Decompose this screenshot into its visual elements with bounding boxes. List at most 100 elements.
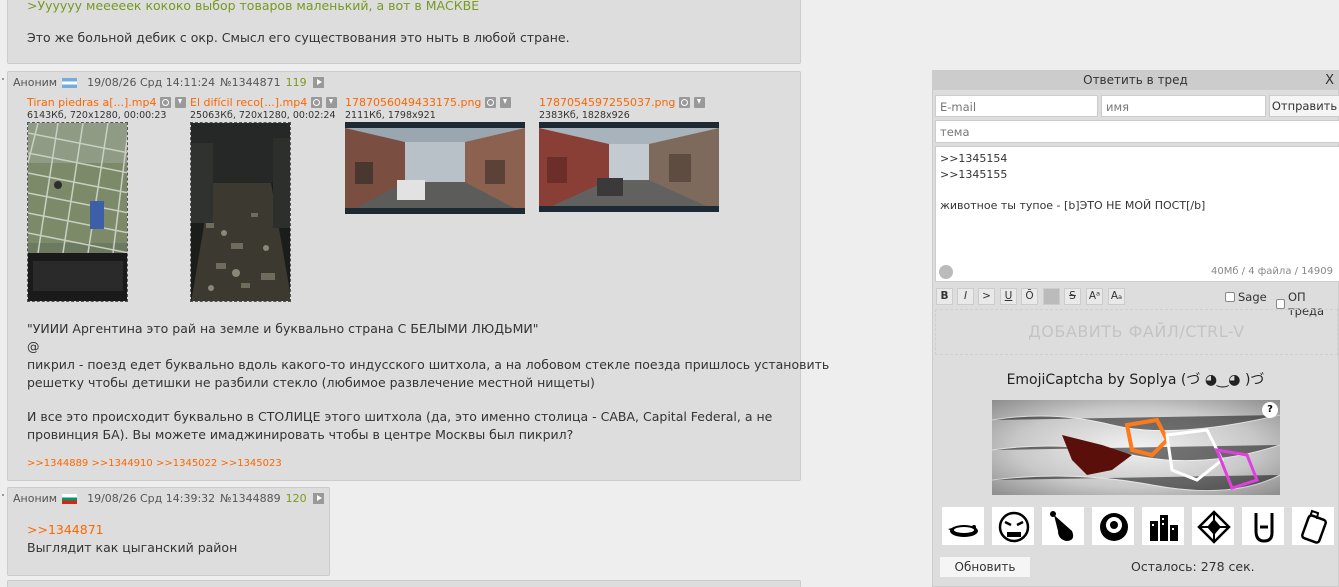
- bulgaria-flag-icon: [62, 493, 78, 504]
- download-icon[interactable]: [326, 97, 338, 108]
- greentext-quote: >Уууууу мееееек кококо выбор товаров мал…: [27, 0, 480, 13]
- file-name-link[interactable]: Tiran piedras a[...].mp4: [27, 96, 156, 109]
- quote-button[interactable]: >: [978, 288, 995, 305]
- expand-post-icon[interactable]: [312, 77, 324, 88]
- bold-button[interactable]: B: [936, 288, 953, 305]
- message-textarea[interactable]: >>1345154 >>1345155 животное ты тупое - …: [935, 146, 1339, 282]
- strike-button[interactable]: S: [1064, 288, 1081, 305]
- overline-button[interactable]: Ō: [1021, 288, 1038, 305]
- post-number[interactable]: №1344871: [220, 76, 280, 89]
- checkbox-box[interactable]: [1276, 299, 1285, 309]
- post-meta: Аноним 19/08/26 Срд 14:11:24 №1344871 11…: [13, 76, 324, 89]
- night-street-image: [191, 123, 290, 301]
- captcha-title: EmojiCaptcha by Soplya (づ ◕‿◕ )づ: [1006, 372, 1265, 388]
- train-window-image: [28, 123, 127, 301]
- post-marker: [2, 78, 4, 80]
- sage-checkbox[interactable]: Sage: [1225, 290, 1267, 304]
- reply-form-title: Ответить в тред: [1083, 73, 1188, 87]
- post-index: 119: [285, 76, 307, 89]
- reply-link[interactable]: >>1344910: [91, 458, 152, 469]
- file-attachment-3: 1787056049433175.png 2111Кб, 1798x921: [345, 96, 512, 121]
- message-line: >>1345154: [940, 152, 1008, 165]
- superscript-button[interactable]: Aᵃ: [1086, 288, 1103, 305]
- luggage-icon[interactable]: [1291, 506, 1335, 546]
- search-image-icon[interactable]: [679, 97, 691, 108]
- post-index: 120: [285, 492, 307, 505]
- download-icon[interactable]: [694, 97, 706, 108]
- post-previous: >Уууууу мееееек кококо выбор товаров мал…: [7, 0, 801, 64]
- post-text: Выглядит как цыганский район: [27, 540, 238, 555]
- captcha-noise-image: [992, 400, 1280, 495]
- post-1344889: Аноним 19/08/26 Срд 14:39:32 №1344889 12…: [7, 487, 330, 576]
- file-name-link[interactable]: El difícil reco[...].mp4: [190, 96, 307, 109]
- name-field[interactable]: имя: [1101, 95, 1266, 117]
- image-thumbnail-4[interactable]: [539, 122, 719, 212]
- upload-limits: 40Мб / 4 файла / 14909: [1210, 265, 1333, 277]
- reply-link[interactable]: >>1344889: [27, 458, 88, 469]
- message-line: провинция БА). Вы можете имаджинировать …: [27, 427, 574, 442]
- captcha-refresh-button[interactable]: Обновить: [939, 556, 1031, 578]
- poster-name: Аноним: [13, 492, 58, 505]
- message-line: "УИИИ Аргентина это рай на земле и буква…: [27, 321, 539, 336]
- file-name-link[interactable]: 1787056049433175.png: [345, 96, 481, 109]
- message-line: животное ты тупое - [b]ЭТО НЕ МОЙ ПОСТ[/…: [940, 198, 1206, 212]
- message-line: [940, 182, 1335, 198]
- rock-hand-icon[interactable]: [1241, 506, 1285, 546]
- city-icon[interactable]: [1141, 506, 1185, 546]
- video-thumbnail-2[interactable]: [190, 122, 291, 302]
- search-image-icon[interactable]: [485, 97, 497, 108]
- diamond-cross-icon[interactable]: [1191, 506, 1235, 546]
- reply-form-header[interactable]: Ответить в тред X: [933, 71, 1338, 90]
- post-message: "УИИИ Аргентина это рай на земле и буква…: [27, 320, 830, 444]
- post-replies: >>1344889 >>1344910 >>1345022 >>1345023: [27, 458, 282, 469]
- file-dropzone[interactable]: ДОБАВИТЬ ФАЙЛ/CTRL-V: [935, 309, 1338, 355]
- email-field[interactable]: E-mail: [935, 95, 1098, 117]
- reply-link[interactable]: >>1345022: [156, 458, 217, 469]
- sage-label: Sage: [1238, 290, 1267, 304]
- street-view-image: [345, 122, 525, 214]
- post-number[interactable]: №1344889: [220, 492, 280, 505]
- poster-name: Аноним: [13, 76, 58, 89]
- argentina-flag-icon: [62, 77, 78, 88]
- street-view-image: [539, 122, 719, 212]
- search-image-icon[interactable]: [160, 97, 172, 108]
- platypus-icon[interactable]: [941, 506, 985, 546]
- subscript-button[interactable]: Aₐ: [1108, 288, 1125, 305]
- subject-field[interactable]: тема: [935, 120, 1339, 143]
- post-text: Это же больной дебик с окр. Смысл его су…: [27, 30, 570, 45]
- message-line: >>1345155: [940, 167, 1008, 181]
- captcha-image: ?: [992, 400, 1280, 495]
- message-line: пикрил - поезд едет буквально вдоль како…: [27, 357, 830, 372]
- post-1344871: Аноним 19/08/26 Срд 14:11:24 №1344871 11…: [7, 71, 830, 481]
- checkbox-box[interactable]: [1225, 292, 1235, 302]
- underline-button[interactable]: U: [1000, 288, 1017, 305]
- message-line: решетку чтобы детишки не разбили стекло …: [27, 375, 595, 390]
- file-attachment-4: 1787054597255037.png 2383Кб, 1828x926: [539, 96, 706, 121]
- video-thumbnail-1[interactable]: [27, 122, 128, 302]
- download-icon[interactable]: [175, 97, 187, 108]
- italic-button[interactable]: I: [957, 288, 974, 305]
- captcha-help-icon[interactable]: ?: [1262, 402, 1278, 418]
- submit-button[interactable]: Отправить: [1269, 95, 1339, 117]
- search-image-icon[interactable]: [311, 97, 323, 108]
- close-icon[interactable]: X: [1325, 71, 1334, 90]
- bowl-icon[interactable]: [1091, 506, 1135, 546]
- file-info: 2111Кб, 1798x921: [345, 110, 436, 121]
- captcha-timer: Осталось: 278 сек.: [1131, 559, 1255, 574]
- drumstick-icon[interactable]: [1041, 506, 1085, 546]
- post-datetime: 19/08/26 Срд 14:11:24: [87, 76, 216, 89]
- message-line: @: [27, 339, 40, 354]
- reply-link[interactable]: >>1345023: [220, 458, 281, 469]
- drawing-icon[interactable]: [939, 265, 953, 279]
- image-thumbnail-3[interactable]: [345, 122, 525, 214]
- quote-link[interactable]: >>1344871: [27, 522, 104, 537]
- file-name-link[interactable]: 1787054597255037.png: [539, 96, 675, 109]
- post-next: [7, 580, 801, 587]
- expand-post-icon[interactable]: [312, 493, 324, 504]
- post-meta: Аноним 19/08/26 Срд 14:39:32 №1344889 12…: [13, 492, 324, 505]
- download-icon[interactable]: [500, 97, 512, 108]
- file-info: 25063Кб, 720x1280, 00:02:24: [190, 110, 336, 121]
- spoiler-button[interactable]: [1043, 288, 1060, 305]
- post-datetime: 19/08/26 Срд 14:39:32: [87, 492, 216, 505]
- angry-face-icon[interactable]: [991, 506, 1035, 546]
